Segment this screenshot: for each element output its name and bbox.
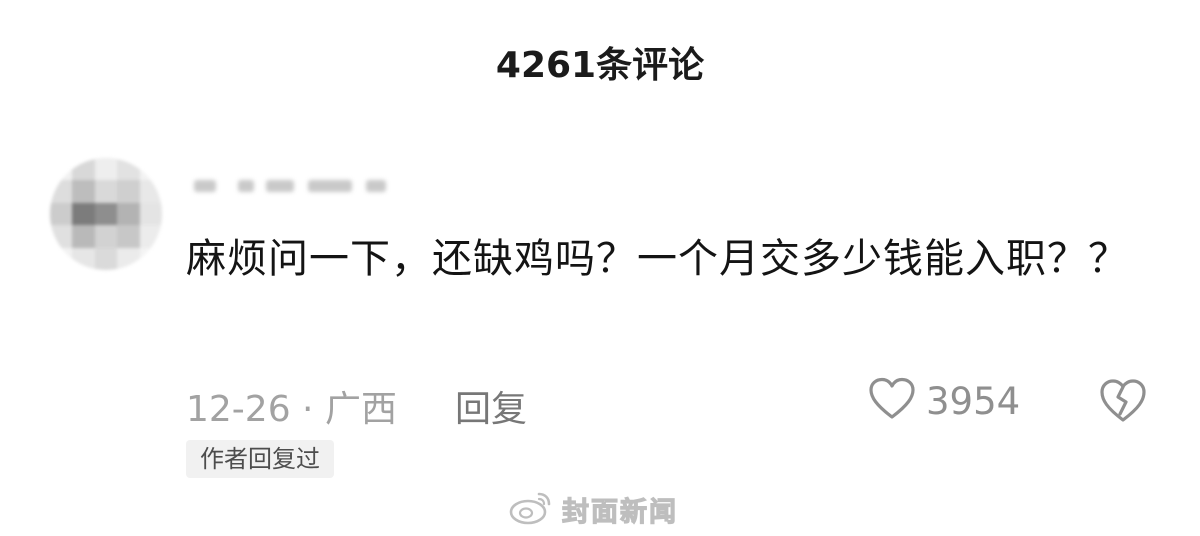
comment-item: 麻烦问一下，还缺鸡吗？一个月交多少钱能入职？？ 12-26 · 广西 回复 39… <box>0 0 1200 536</box>
dislike-button[interactable] <box>1098 378 1148 424</box>
like-count: 3954 <box>926 379 1021 423</box>
broken-heart-icon <box>1098 379 1148 428</box>
heart-outline-icon <box>868 377 916 425</box>
avatar[interactable] <box>50 158 162 270</box>
reply-button[interactable]: 回复 <box>455 380 527 432</box>
watermark: 封面新闻 <box>508 488 678 530</box>
author-replied-badge: 作者回复过 <box>186 440 334 478</box>
watermark-text: 封面新闻 <box>561 496 678 528</box>
like-button[interactable]: 3954 <box>868 377 1021 425</box>
comment-date-location: 12-26 · 广西 <box>186 389 397 430</box>
comment-text: 麻烦问一下，还缺鸡吗？一个月交多少钱能入职？？ <box>186 236 1129 282</box>
username-redacted[interactable] <box>190 174 400 198</box>
weibo-icon <box>508 488 554 530</box>
